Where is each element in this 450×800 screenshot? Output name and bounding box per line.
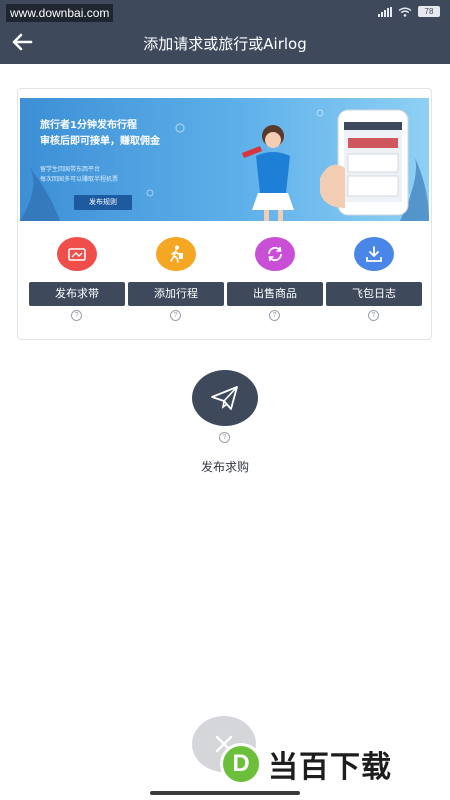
banner-headline: 旅行者1分钟发布行程 — [40, 120, 137, 131]
home-indicator[interactable] — [150, 791, 300, 795]
wifi-icon — [398, 7, 412, 17]
help-icon[interactable]: ? — [170, 310, 181, 321]
battery-icon: 78 — [418, 6, 440, 17]
signal-icon — [378, 6, 392, 17]
watermark-text: 当百下载 — [268, 750, 392, 785]
promo-banner[interactable]: 旅行者1分钟发布行程 审核后即可接单，赚取佣金 留学生回国带东西平台 每次回国多… — [20, 98, 429, 221]
paper-plane-icon — [211, 386, 238, 410]
publish-purchase-label: 发布求购 — [200, 460, 249, 474]
site-watermark: www.downbai.com — [6, 4, 114, 22]
feature-airlog[interactable]: 飞包日志 ? — [326, 234, 422, 324]
bottom-watermark: D 当百下载 — [220, 742, 392, 786]
actions-card: 旅行者1分钟发布行程 审核后即可接单，赚取佣金 留学生回国带东西平台 每次回国多… — [17, 88, 432, 340]
app-header: www.downbai.com 78 添加请求或旅行或Airlog — [0, 0, 450, 64]
help-icon[interactable]: ? — [219, 432, 230, 443]
gift-icon[interactable] — [57, 237, 97, 271]
walker-icon[interactable] — [156, 237, 196, 271]
status-bar: 78 — [378, 6, 440, 17]
sell-goods-button[interactable]: 出售商品 — [227, 282, 323, 306]
page-title: 添加请求或旅行或Airlog — [143, 35, 307, 53]
feature-sell-goods[interactable]: 出售商品 ? — [227, 234, 323, 324]
refresh-icon[interactable] — [255, 237, 295, 271]
banner-caption: 留学生回国带东西平台 — [40, 166, 101, 173]
airlog-button[interactable]: 飞包日志 — [326, 282, 422, 306]
publish-purchase-button[interactable] — [192, 370, 258, 426]
banner-subheadline: 审核后即可接单，赚取佣金 — [40, 136, 160, 147]
help-icon[interactable]: ? — [368, 310, 379, 321]
feature-add-trip[interactable]: 添加行程 ? — [128, 234, 224, 324]
banner-caption-2: 每次回国多可以赚取半程机票 — [40, 176, 119, 183]
help-icon[interactable]: ? — [71, 310, 82, 321]
feature-post-request[interactable]: 发布求带 ? — [29, 234, 125, 324]
add-trip-button[interactable]: 添加行程 — [128, 282, 224, 306]
download-icon[interactable] — [354, 237, 394, 271]
help-icon[interactable]: ? — [269, 310, 280, 321]
banner-rules-button[interactable]: 发布规则 — [74, 195, 132, 210]
watermark-logo: D — [220, 743, 262, 785]
post-request-button[interactable]: 发布求带 — [29, 282, 125, 306]
